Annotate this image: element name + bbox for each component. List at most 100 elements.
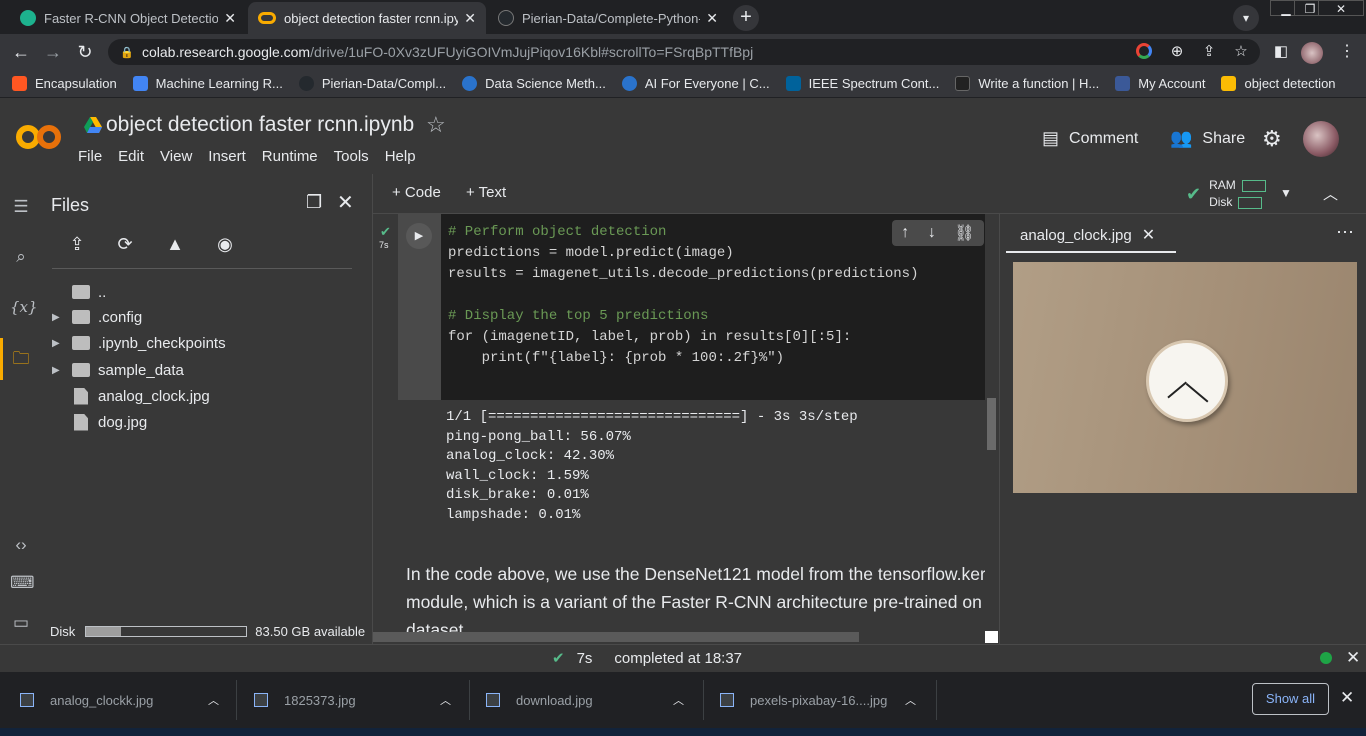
run-cell-button[interactable]: ▶	[406, 223, 432, 249]
upload-file-icon[interactable]: ⇪	[65, 234, 89, 258]
file-row-sample-data[interactable]: ▶ sample_data	[52, 358, 184, 382]
bookmark-item[interactable]: IEEE Spectrum Cont...	[785, 76, 939, 91]
download-item[interactable]: analog_clockk.jpg ︿	[20, 688, 225, 712]
close-window-button[interactable]: ✕	[1318, 0, 1364, 16]
expand-caret-icon[interactable]: ▶	[52, 338, 72, 349]
image-file-icon	[486, 693, 500, 707]
bookmark-item[interactable]: Machine Learning R...	[132, 76, 283, 91]
share-button[interactable]: 👥 Share	[1170, 128, 1245, 149]
command-palette-icon[interactable]: ⌨	[10, 572, 35, 594]
close-panel-icon[interactable]: ✕	[337, 190, 354, 215]
close-tab-icon[interactable]: ✕	[1142, 225, 1155, 245]
notebook-title[interactable]: object detection faster rcnn.ipynb	[106, 113, 414, 137]
bookmark-star-icon[interactable]: ☆	[1228, 40, 1254, 64]
menu-tools[interactable]: Tools	[334, 148, 369, 165]
refresh-folder-icon[interactable]: ⟳	[113, 234, 137, 258]
browser-tab-3[interactable]: Pierian-Data/Complete-Python-3 ✕	[488, 2, 728, 34]
bookmark-item[interactable]: Encapsulation	[12, 76, 117, 91]
expand-caret-icon[interactable]: ▶	[52, 365, 72, 376]
share-page-icon[interactable]: ⇪	[1196, 40, 1222, 64]
add-code-cell-button[interactable]: + Code	[392, 184, 441, 201]
show-all-downloads-button[interactable]: Show all	[1252, 683, 1329, 715]
image-viewer-tab[interactable]: analog_clock.jpg ✕	[1020, 225, 1155, 245]
files-folder-icon[interactable]: 🗀	[10, 348, 32, 370]
new-tab-button[interactable]: +	[733, 5, 759, 31]
search-icon[interactable]: ⌕	[10, 246, 32, 268]
google-drive-icon[interactable]	[84, 117, 102, 133]
chevron-up-icon[interactable]: ︿	[208, 692, 219, 708]
file-row-dog[interactable]: dog.jpg	[52, 410, 147, 434]
chevron-up-icon[interactable]: ︿	[905, 692, 916, 708]
colab-logo-icon[interactable]	[16, 124, 62, 150]
tab-search-button[interactable]: ▾	[1233, 5, 1259, 31]
download-item[interactable]: download.jpg ︿	[486, 688, 691, 712]
bookmark-item[interactable]: Write a function | H...	[955, 76, 1099, 91]
zoom-icon[interactable]: ⊕	[1164, 40, 1190, 64]
terminal-icon[interactable]: ▭	[10, 612, 32, 634]
menu-insert[interactable]: Insert	[208, 148, 246, 165]
reload-icon[interactable]: ↻	[72, 40, 98, 64]
file-row-config[interactable]: ▶ .config	[52, 305, 142, 329]
menu-file[interactable]: File	[78, 148, 102, 165]
browser-tab-2[interactable]: object detection faster rcnn.ipynb ✕	[248, 2, 486, 34]
variables-icon[interactable]: {x}	[10, 296, 38, 318]
file-row-analog-clock[interactable]: analog_clock.jpg	[52, 384, 210, 408]
browser-tab-1[interactable]: Faster R-CNN Object Detection ✕	[10, 2, 246, 34]
close-status-icon[interactable]: ✕	[1346, 648, 1360, 668]
chevron-up-icon[interactable]: ︿	[440, 692, 451, 708]
bookmark-item[interactable]: object detection	[1221, 76, 1336, 91]
more-options-icon[interactable]: ⋯	[1336, 222, 1354, 243]
divider	[236, 680, 237, 720]
close-tab-icon[interactable]: ✕	[706, 10, 718, 27]
back-arrow-icon[interactable]: ←	[8, 40, 34, 64]
close-tab-icon[interactable]: ✕	[224, 10, 236, 27]
google-lens-icon[interactable]	[1136, 43, 1152, 59]
move-cell-down-icon[interactable]: ↓	[928, 224, 936, 242]
account-avatar[interactable]	[1303, 121, 1339, 157]
close-downloads-icon[interactable]: ✕	[1340, 688, 1354, 708]
star-icon[interactable]: ☆	[426, 112, 446, 138]
browser-menu-icon[interactable]: ⋮	[1334, 40, 1360, 64]
file-row-parent[interactable]: ..	[52, 280, 106, 304]
menu-edit[interactable]: Edit	[118, 148, 144, 165]
cell-toolbar: ↑ ↓ ⛓	[892, 220, 984, 246]
show-hidden-eye-icon[interactable]: ◉	[213, 234, 237, 258]
horizontal-scroll-thumb[interactable]	[373, 632, 859, 642]
forward-arrow-icon[interactable]: →	[40, 40, 66, 64]
settings-gear-icon[interactable]: ⚙	[1262, 126, 1282, 152]
bookmark-item[interactable]: AI For Everyone | C...	[621, 76, 770, 91]
menu-view[interactable]: View	[160, 148, 192, 165]
bookmark-favicon-icon	[955, 76, 971, 91]
link-to-cell-icon[interactable]: ⛓	[954, 223, 974, 243]
download-item[interactable]: pexels-pixabay-16....jpg ︿	[720, 688, 925, 712]
download-item[interactable]: 1825373.jpg ︿	[254, 688, 459, 712]
expand-caret-icon[interactable]: ▶	[52, 312, 72, 323]
code-text[interactable]: # Perform object detection predictions = …	[448, 222, 918, 369]
collapse-header-icon[interactable]: ︿	[1323, 183, 1338, 204]
bookmark-item[interactable]: Data Science Meth...	[462, 76, 606, 91]
ram-disk-indicator[interactable]: ✔ RAM Disk	[1186, 177, 1266, 211]
mount-drive-icon[interactable]: ▲	[163, 234, 187, 258]
address-bar[interactable]: 🔒 colab.research.google.com/drive/1uFO-0…	[108, 39, 1260, 65]
status-check-icon: ✔	[552, 650, 565, 667]
bookmark-item[interactable]: Pierian-Data/Compl...	[298, 76, 446, 91]
runtime-dropdown-icon[interactable]: ▼	[1280, 186, 1292, 200]
execution-status[interactable]: ✔ 7s completed at 18:37	[552, 649, 743, 668]
table-of-contents-icon[interactable]: ☰	[10, 196, 32, 218]
code-snippets-icon[interactable]: ‹›	[10, 534, 32, 556]
menu-runtime[interactable]: Runtime	[262, 148, 318, 165]
move-cell-up-icon[interactable]: ↑	[901, 224, 909, 242]
menu-help[interactable]: Help	[385, 148, 416, 165]
comment-button[interactable]: ▤ Comment	[1042, 128, 1138, 149]
file-row-ipynb-checkpoints[interactable]: ▶ .ipynb_checkpoints	[52, 331, 226, 355]
vertical-scroll-thumb[interactable]	[987, 398, 996, 450]
bookmark-item[interactable]: My Account	[1115, 76, 1205, 91]
status-message: completed at 18:37	[614, 649, 743, 667]
profile-avatar[interactable]	[1301, 42, 1323, 64]
open-in-tab-icon[interactable]: ❐	[306, 192, 322, 213]
chevron-up-icon[interactable]: ︿	[673, 692, 684, 708]
side-panel-icon[interactable]: ◧	[1268, 40, 1294, 64]
add-text-cell-button[interactable]: + Text	[466, 184, 506, 201]
text-cell[interactable]: In the code above, we use the DenseNet12…	[406, 560, 986, 632]
close-tab-icon[interactable]: ✕	[464, 10, 476, 27]
